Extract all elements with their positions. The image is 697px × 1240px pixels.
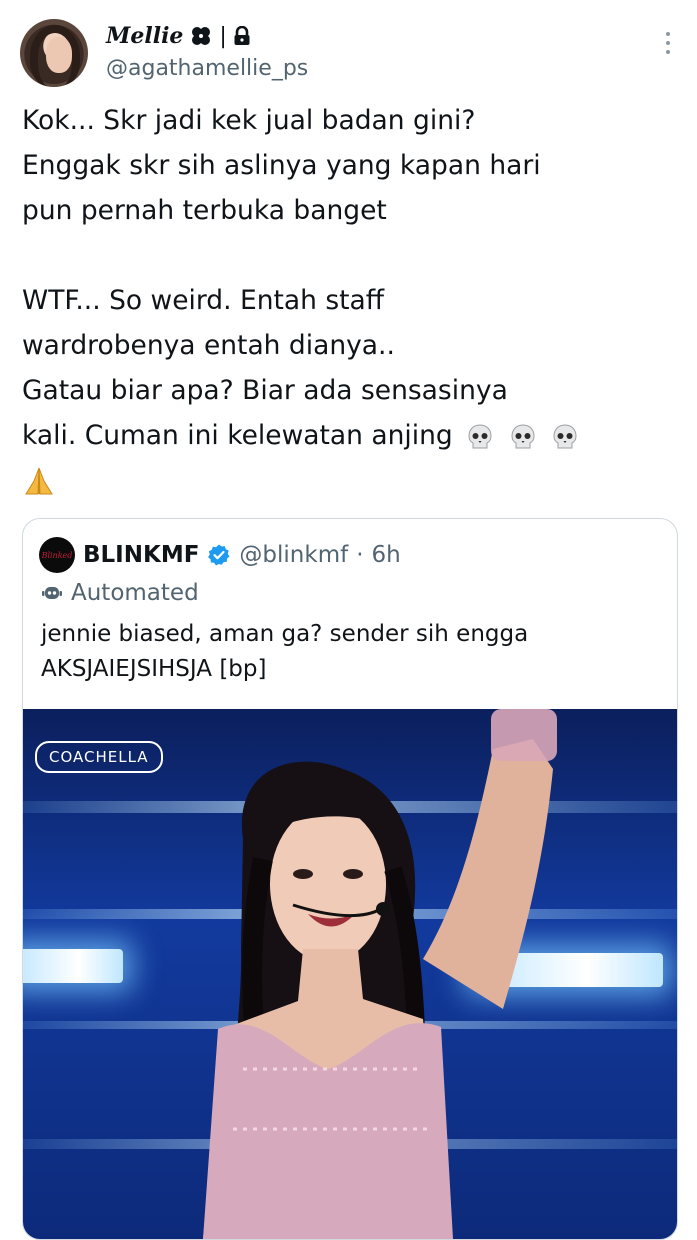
performer-figure [203, 709, 557, 1239]
tweet-line: Kok... Skr jadi kek jual badan gini? [22, 105, 476, 136]
skull-icon [553, 423, 577, 448]
tweet-emoji-line [22, 458, 682, 503]
tweet-line: Gatau biar apa? Biar ada sensasinya [22, 375, 508, 406]
folded-hands-icon [25, 467, 53, 494]
tweet-line: kali. Cuman ini kelewatan anjing [22, 420, 453, 451]
verified-badge-icon [208, 544, 230, 566]
quoted-text-line: AKSJAIEJSIHSJA [bp] [41, 656, 267, 682]
lock-icon [234, 26, 250, 45]
clover-icon [192, 27, 211, 45]
tweet-line: pun pernah terbuka banget [22, 195, 387, 226]
quoted-text: jennie biased, aman ga? sender sih engga… [41, 617, 661, 687]
author-handle[interactable]: @agathamellie_ps [106, 56, 308, 81]
tweet-text: Kok... Skr jadi kek jual badan gini? Eng… [22, 98, 682, 503]
automated-label: Automated [71, 580, 199, 606]
tweet-line-with-emoji: kali. Cuman ini kelewatan anjing [22, 413, 682, 458]
avatar-face [46, 37, 72, 73]
quoted-media-image[interactable]: COACHELLA [23, 709, 677, 1239]
quoted-handle[interactable]: @blinkmf [239, 542, 348, 568]
bot-icon [42, 587, 62, 599]
quoted-dot: · [356, 542, 364, 568]
quoted-header: Blinked BLINKMF @blinkmf · 6h [39, 537, 401, 573]
quoted-text-line: jennie biased, aman ga? sender sih engga [41, 621, 529, 647]
tweet-line: wardrobenya entah dianya.. [22, 330, 395, 361]
more-options-icon[interactable] [665, 32, 671, 58]
skull-icon [511, 423, 535, 448]
author-display-name[interactable]: Mellie [106, 23, 183, 49]
quoted-tweet-card[interactable]: Blinked BLINKMF @blinkmf · 6h Automated … [22, 518, 678, 1240]
quoted-time[interactable]: 6h [372, 542, 401, 568]
name-separator: | [219, 23, 227, 49]
author-avatar[interactable] [20, 19, 88, 87]
automated-label-row: Automated [41, 577, 199, 609]
author-name-row[interactable]: Mellie | [106, 20, 251, 52]
skull-icon [468, 423, 492, 448]
tweet-line: WTF... So weird. Entah staff [22, 285, 385, 316]
quoted-display-name[interactable]: BLINKMF [83, 542, 199, 568]
quoted-avatar[interactable]: Blinked [39, 537, 75, 573]
tweet-line: Enggak skr sih aslinya yang kapan hari [22, 150, 541, 181]
